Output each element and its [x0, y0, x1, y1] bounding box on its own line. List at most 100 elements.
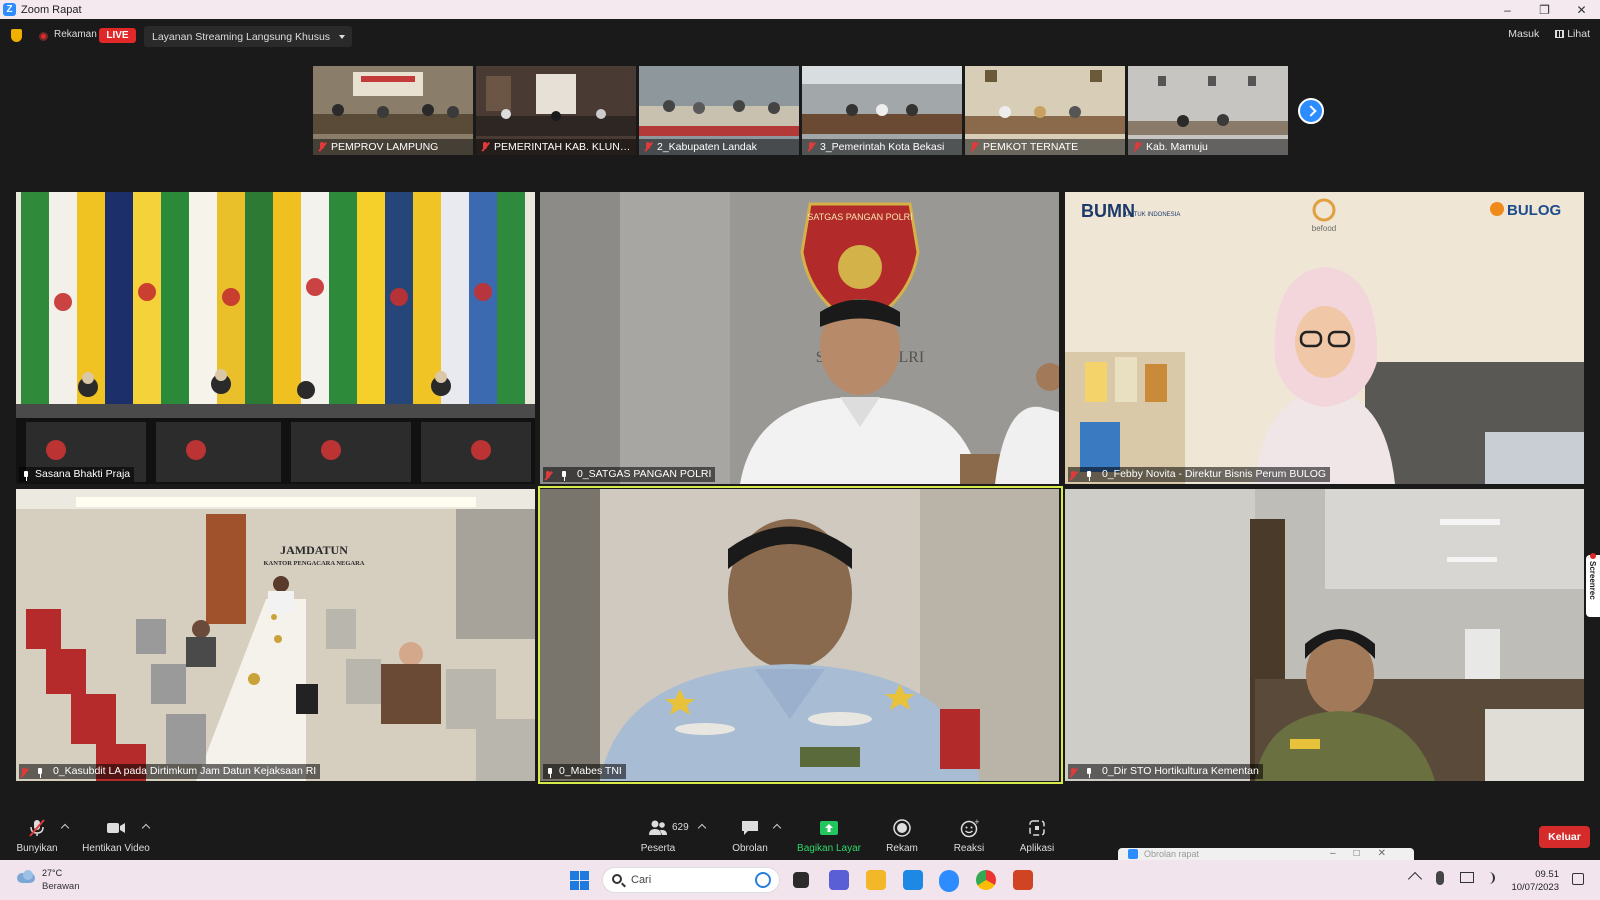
participant-name: 0_Febby Novita - Direktur Bisnis Perum B… [1068, 467, 1331, 482]
close-button[interactable]: ✕ [1563, 0, 1600, 19]
clock-date: 10/07/2023 [1511, 882, 1559, 893]
mic-muted-icon [644, 142, 651, 152]
zoom-app-icon[interactable] [939, 870, 959, 890]
participant-name: 0_Kasubdit LA pada Dirtimkum Jam Datun K… [19, 764, 321, 779]
caret-down-icon [339, 35, 346, 39]
sign-in-link[interactable]: Masuk [1508, 28, 1539, 40]
chat-options-chevron-icon[interactable] [772, 823, 782, 833]
video-tile[interactable]: 0_Dir STO Hortikultura Kementan [1065, 489, 1584, 781]
zoom-logo-icon [1128, 849, 1138, 859]
restore-button[interactable]: ❐ [1526, 0, 1563, 19]
chat-label: Obrolan [732, 843, 768, 854]
bulog-logo-text: BULOG [1507, 202, 1561, 219]
mic-muted-icon [1133, 142, 1140, 152]
mic-muted-icon [544, 471, 551, 481]
next-page-arrow-icon[interactable] [1298, 98, 1324, 124]
video-tile[interactable]: BUMN UNTUK INDONESIA befood BULOG 0_Febb… [1065, 192, 1584, 484]
screenrec-widget[interactable]: Screenrec [1586, 553, 1600, 617]
filmstrip-tile[interactable]: PEMKOT TERNATE [965, 66, 1125, 155]
leave-button[interactable]: Keluar [1539, 826, 1590, 848]
view-button[interactable]: Lihat [1555, 28, 1590, 40]
bumn-logo-text: BUMN [1081, 201, 1135, 221]
cloudy-weather-icon[interactable] [15, 870, 37, 884]
taskbar-search-box[interactable]: Cari [602, 867, 780, 893]
recording-label[interactable]: Rekaman [54, 29, 97, 40]
video-tile[interactable]: SATGAS PANGAN POLRI SA GAN POLRI 0_SATGA… [540, 192, 1059, 484]
participant-name: 2_Kabupaten Landak [639, 139, 799, 155]
streaming-service-dropdown[interactable]: Layanan Streaming Langsung Khusus [144, 26, 353, 47]
volume-icon[interactable] [1483, 872, 1495, 884]
pin-icon [1086, 768, 1092, 778]
participants-count: 629 [672, 822, 689, 833]
teams-chat-icon[interactable] [829, 870, 849, 890]
reactions-button[interactable]: + Reaksi [953, 812, 985, 858]
system-clock[interactable]: 09.51 10/07/2023 [1505, 868, 1559, 894]
smiley-icon: + [960, 818, 979, 838]
participants-options-chevron-icon[interactable] [697, 823, 707, 833]
chat-popup-title: Obrolan rapat [1144, 849, 1200, 859]
powerpoint-icon[interactable] [1013, 870, 1033, 890]
participant-name: 3_Pemerintah Kota Bekasi [802, 139, 962, 155]
mic-muted-icon [481, 142, 488, 152]
weather-condition[interactable]: Berawan [42, 881, 80, 892]
pin-icon [37, 768, 43, 778]
task-view-icon[interactable] [793, 872, 809, 888]
chat-popup-controls[interactable]: –□✕ [1330, 848, 1404, 859]
streaming-service-label: Layanan Streaming Langsung Khusus [152, 30, 331, 43]
tray-overflow-chevron-icon[interactable] [1407, 871, 1423, 887]
bumn-sub-text: UNTUK INDONESIA [1125, 212, 1180, 218]
bing-icon[interactable] [755, 872, 771, 888]
video-feed: SATGAS PANGAN POLRI SA GAN POLRI [540, 192, 1059, 484]
chrome-icon[interactable] [976, 870, 996, 890]
unmute-label: Bunyikan [16, 843, 58, 854]
video-feed [540, 489, 1059, 781]
record-button[interactable]: Rekam [886, 812, 918, 858]
temperature[interactable]: 27°C [42, 868, 62, 878]
mic-muted-icon [1069, 768, 1076, 778]
participant-name: 0_Dir STO Hortikultura Kementan [1068, 764, 1263, 779]
shield-icon[interactable] [11, 29, 22, 42]
pin-icon [23, 471, 29, 481]
filmstrip-tile[interactable]: Kab. Mamuju [1128, 66, 1288, 155]
notifications-icon[interactable] [1572, 873, 1584, 885]
filmstrip-tile[interactable]: 3_Pemerintah Kota Bekasi [802, 66, 962, 155]
participant-name: PEMKOT TERNATE [965, 139, 1125, 155]
audio-options-chevron-icon[interactable] [60, 823, 70, 833]
unmute-button[interactable]: Bunyikan [16, 812, 58, 858]
video-tile[interactable]: 0_Mabes TNI [540, 489, 1059, 781]
pin-icon [561, 471, 567, 481]
participant-name: 0_SATGAS PANGAN POLRI [543, 467, 716, 482]
windows-taskbar: 27°C Berawan Cari 09.51 10/07/2023 [0, 860, 1600, 900]
video-feed [16, 192, 535, 484]
filmstrip-tile[interactable]: PEMERINTAH KAB. KLUNG... [476, 66, 636, 155]
pin-icon [1086, 471, 1092, 481]
video-tile[interactable]: Sasana Bhakti Praja [16, 192, 535, 484]
participant-name: Sasana Bhakti Praja [19, 467, 135, 482]
filmstrip-tile[interactable]: 2_Kabupaten Landak [639, 66, 799, 155]
participants-button[interactable]: Peserta [640, 812, 676, 858]
apps-button[interactable]: Aplikasi [1017, 812, 1057, 858]
screenrec-label: Screenrec [1588, 561, 1597, 600]
mic-muted-icon [29, 819, 45, 837]
photos-app-icon[interactable] [903, 870, 923, 890]
svg-text:+: + [974, 818, 979, 826]
participant-name: Kab. Mamuju [1128, 139, 1288, 155]
file-explorer-icon[interactable] [866, 870, 886, 890]
pin-icon [547, 768, 553, 778]
befood-logo-text: befood [1312, 224, 1336, 233]
microphone-icon[interactable] [1436, 871, 1444, 885]
share-screen-label: Bagikan Layar [797, 843, 861, 854]
chat-button[interactable]: Obrolan [730, 812, 770, 858]
video-tile[interactable]: JAMDATUN KANTOR PENGACARA NEGARA 0_Kasub… [16, 489, 535, 781]
minimize-button[interactable]: – [1489, 0, 1526, 19]
video-feed: BUMN UNTUK INDONESIA befood BULOG [1065, 192, 1584, 484]
network-icon[interactable] [1460, 872, 1474, 883]
chat-bubble-icon [742, 821, 758, 835]
windows-start-icon[interactable] [570, 871, 589, 890]
chat-popup-window[interactable]: Obrolan rapat –□✕ [1118, 848, 1414, 860]
window-title: Zoom Rapat [21, 3, 82, 16]
participant-name: 0_Mabes TNI [543, 764, 626, 779]
share-screen-button[interactable]: Bagikan Layar [797, 812, 861, 858]
stop-video-button[interactable]: Hentikan Video [82, 812, 150, 858]
filmstrip-tile[interactable]: PEMPROV LAMPUNG [313, 66, 473, 155]
